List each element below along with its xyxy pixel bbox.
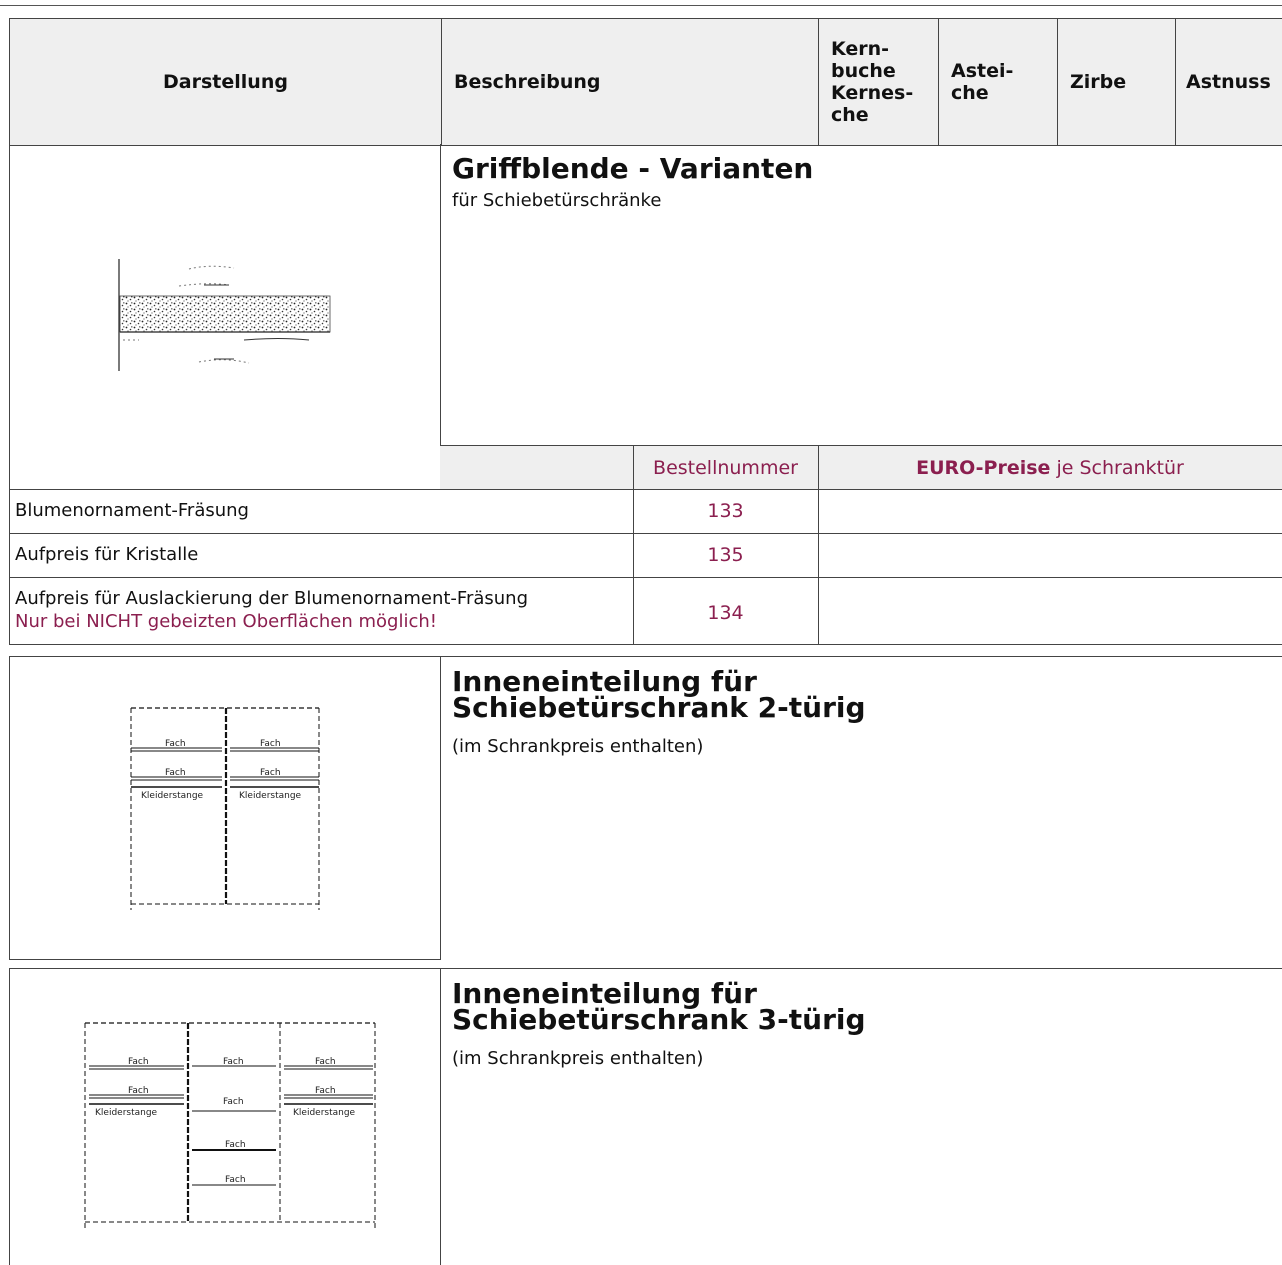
diagram-label: Fach (128, 1086, 149, 1096)
schrank-3-tuerig-diagram: Fach Fach Fach Fach Fach Fach Kleidersta… (84, 1022, 376, 1230)
header-kernbuche: Kern- buche Kernes- che (818, 19, 938, 145)
diagram-label: Kleiderstange (95, 1108, 158, 1118)
section-title: Griffblende - Varianten (452, 152, 814, 185)
header-zirbe: Zirbe (1057, 19, 1175, 145)
price-header: EURO-Preise je Schranktür (916, 457, 1184, 479)
header-beschreibung: Beschreibung (441, 19, 818, 145)
section-subtitle: für Schiebetürschränke (452, 190, 662, 211)
header-darstellung: Darstellung (163, 71, 288, 93)
section-inneneinteilung-3: Inneneinteilung für Schiebetürschrank 3-… (9, 968, 1282, 1265)
section-title: Inneneinteilung für Schiebetürschrank 2-… (452, 665, 866, 724)
section-subtitle: (im Schrankpreis enthalten) (452, 1048, 704, 1069)
diagram-label: Kleiderstange (293, 1108, 356, 1118)
section-griffblende: Griffblende - Varianten für Schiebetürsc… (9, 144, 1282, 645)
row-number: 133 (707, 500, 744, 522)
section-inneneinteilung-2: Inneneinteilung für Schiebetürschrank 2-… (9, 656, 1282, 960)
diagram-label: Fach (225, 1140, 246, 1150)
row-label: Aufpreis für Kristalle (15, 544, 199, 565)
row-number: 134 (707, 602, 744, 624)
row-note: Nur bei NICHT gebeizten Oberflächen mögl… (15, 611, 437, 632)
table-header: Darstellung Beschreibung Kern- buche Ker… (9, 18, 1282, 146)
section-subtitle: (im Schrankpreis enthalten) (452, 736, 704, 757)
row-label: Aufpreis für Auslackierung der Blumenorn… (15, 588, 529, 609)
diagram-label: Fach (223, 1057, 244, 1067)
header-asteiche: Astei- che (938, 19, 1057, 145)
diagram-label: Fach (225, 1175, 246, 1185)
top-rule (0, 5, 1282, 6)
schrank-2-tuerig-diagram: Fach Fach Fach Fach Kleiderstange Kleide… (130, 707, 320, 910)
row-number: 135 (707, 544, 744, 566)
diagram-label: Fach (223, 1097, 244, 1107)
diagram-label: Fach (315, 1086, 336, 1096)
diagram-label: Kleiderstange (141, 791, 204, 801)
header-astnuss: Astnuss (1175, 19, 1282, 145)
diagram-label: Fach (165, 739, 186, 749)
diagram-label: Fach (315, 1057, 336, 1067)
diagram-label: Fach (128, 1057, 149, 1067)
section-title: Inneneinteilung für Schiebetürschrank 3-… (452, 977, 866, 1036)
diagram-label: Fach (260, 768, 281, 778)
diagram-label: Kleiderstange (239, 791, 302, 801)
diagram-label: Fach (165, 768, 186, 778)
griffblende-drawing (118, 259, 331, 371)
row-label: Blumenornament-Fräsung (15, 500, 249, 521)
diagram-label: Fach (260, 739, 281, 749)
order-number-header: Bestellnummer (653, 457, 798, 479)
